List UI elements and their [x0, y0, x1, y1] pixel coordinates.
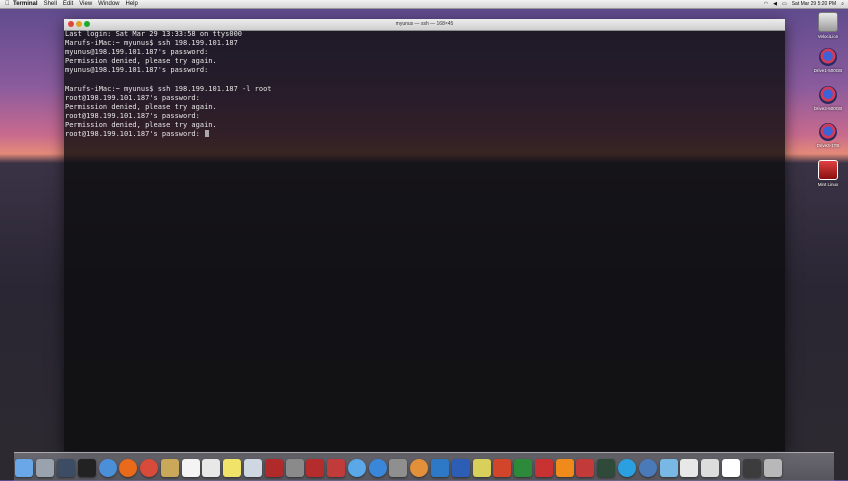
preview-icon[interactable]	[160, 459, 179, 477]
external-drive-icon	[819, 48, 837, 66]
terminal-prompt-line: root@198.199.101.187's password:	[65, 130, 210, 139]
terminal-icon[interactable]	[77, 459, 96, 477]
external-drive-icon	[819, 123, 837, 141]
terminal-line: Marufs-iMac:~ myunus$ ssh 198.199.101.18…	[65, 39, 238, 47]
wireshark-icon[interactable]	[472, 459, 491, 477]
terminal-line: root@198.199.101.187's password:	[65, 94, 200, 102]
quicktime-icon[interactable]	[638, 459, 657, 477]
desktop-icon-label: Drive1-500GB	[813, 68, 843, 73]
launchpad-icon[interactable]	[36, 459, 55, 477]
hard-drive-icon	[818, 12, 838, 32]
powerpoint-icon[interactable]	[493, 459, 512, 477]
terminal-line: Permission denied, please try again.	[65, 103, 217, 111]
messages-icon[interactable]	[347, 459, 366, 477]
parallels-vm-icon	[818, 160, 838, 180]
menu-help[interactable]: Help	[126, 0, 138, 8]
stack-icon[interactable]	[721, 459, 740, 477]
chrome-icon[interactable]	[140, 459, 159, 477]
parallels-icon[interactable]	[576, 459, 595, 477]
finder-icon[interactable]	[15, 459, 34, 477]
grid-icon[interactable]	[742, 459, 761, 477]
desktop-icon-label: Drive3-1TB	[816, 143, 840, 148]
dock	[14, 452, 834, 481]
safari-icon[interactable]	[98, 459, 117, 477]
system-preferences-icon[interactable]	[389, 459, 408, 477]
skype-icon[interactable]	[618, 459, 637, 477]
terminal-line: root@198.199.101.187's password:	[65, 130, 205, 138]
desktop-icon-label: Mint Linux	[817, 182, 839, 187]
terminal-line: myunus@198.199.101.187's password:	[65, 48, 209, 56]
terminal-window: myunus — ssh — 168×45 Last login: Sat Ma…	[64, 19, 785, 451]
filezilla-icon[interactable]	[534, 459, 553, 477]
word-icon[interactable]	[451, 459, 470, 477]
mission-control-icon[interactable]	[56, 459, 75, 477]
desktop-icon-drive2[interactable]: Drive2-500GB	[808, 86, 848, 111]
wifi-icon[interactable]: ◠	[764, 0, 768, 8]
volume-icon[interactable]: ◀	[773, 0, 777, 8]
firefox-icon[interactable]	[119, 459, 138, 477]
desktop-icon-label: Drive2-500GB	[813, 106, 843, 111]
photo-booth-icon[interactable]	[264, 459, 283, 477]
menu-shell[interactable]: Shell	[44, 0, 57, 8]
terminal-line: Permission denied, please try again.	[65, 121, 217, 129]
desktop-icon-drive3[interactable]: Drive3-1TB	[808, 123, 848, 148]
app-store-icon[interactable]	[368, 459, 387, 477]
desktop-icon-label: VelociLion	[817, 34, 839, 39]
terminal-line: Last login: Sat Mar 29 13:33:58 on ttys0…	[65, 30, 243, 38]
utilities-icon[interactable]	[285, 459, 304, 477]
dictionary-icon[interactable]	[306, 459, 325, 477]
trash-icon[interactable]	[763, 459, 782, 477]
textedit-icon[interactable]	[202, 459, 221, 477]
menu-extras: ◠ ◀ ▭ Sat Mar 29 5:20 PM ⌕	[764, 0, 844, 8]
excel-icon[interactable]	[514, 459, 533, 477]
folder-icon[interactable]	[659, 459, 678, 477]
flash-icon[interactable]	[327, 459, 346, 477]
menu-view[interactable]: View	[79, 0, 92, 8]
battery-icon[interactable]: ▭	[782, 0, 787, 8]
spotlight-icon[interactable]: ⌕	[841, 0, 844, 8]
stickies-icon[interactable]	[223, 459, 242, 477]
terminal-line: root@198.199.101.187's password:	[65, 112, 200, 120]
desktop-icon-drive1[interactable]: Drive1-500GB	[808, 48, 848, 73]
menu-window[interactable]: Window	[98, 0, 119, 8]
window-title: myunus — ssh — 168×45	[395, 21, 454, 27]
activity-monitor-icon[interactable]	[597, 459, 616, 477]
downloads-icon[interactable]	[701, 459, 720, 477]
vlc-icon[interactable]	[555, 459, 574, 477]
menu-bar:  Terminal Shell Edit View Window Help ◠…	[0, 0, 848, 9]
documents-icon[interactable]	[680, 459, 699, 477]
apple-menu-icon[interactable]: 	[5, 0, 13, 8]
desktop-icon-velocilion[interactable]: VelociLion	[808, 12, 848, 39]
menu-clock[interactable]: Sat Mar 29 5:20 PM	[792, 0, 836, 8]
external-drive-icon	[819, 86, 837, 104]
terminal-output[interactable]: Last login: Sat Mar 29 13:33:58 on ttys0…	[64, 29, 785, 451]
desktop-icon-mint-linux[interactable]: Mint Linux	[808, 160, 848, 187]
terminal-line: myunus@198.199.101.187's password:	[65, 66, 209, 74]
itunes-icon[interactable]	[410, 459, 429, 477]
terminal-line: Permission denied, please try again.	[65, 57, 217, 65]
menu-app-name[interactable]: Terminal	[13, 0, 38, 8]
photos-icon[interactable]	[243, 459, 262, 477]
menu-edit[interactable]: Edit	[63, 0, 73, 8]
dock-icon-row	[14, 455, 834, 477]
terminal-line: Marufs-iMac:~ myunus$ ssh 198.199.101.18…	[65, 85, 272, 93]
text-cursor	[205, 130, 210, 137]
calendar-icon[interactable]	[181, 459, 200, 477]
xcode-icon[interactable]	[431, 459, 450, 477]
